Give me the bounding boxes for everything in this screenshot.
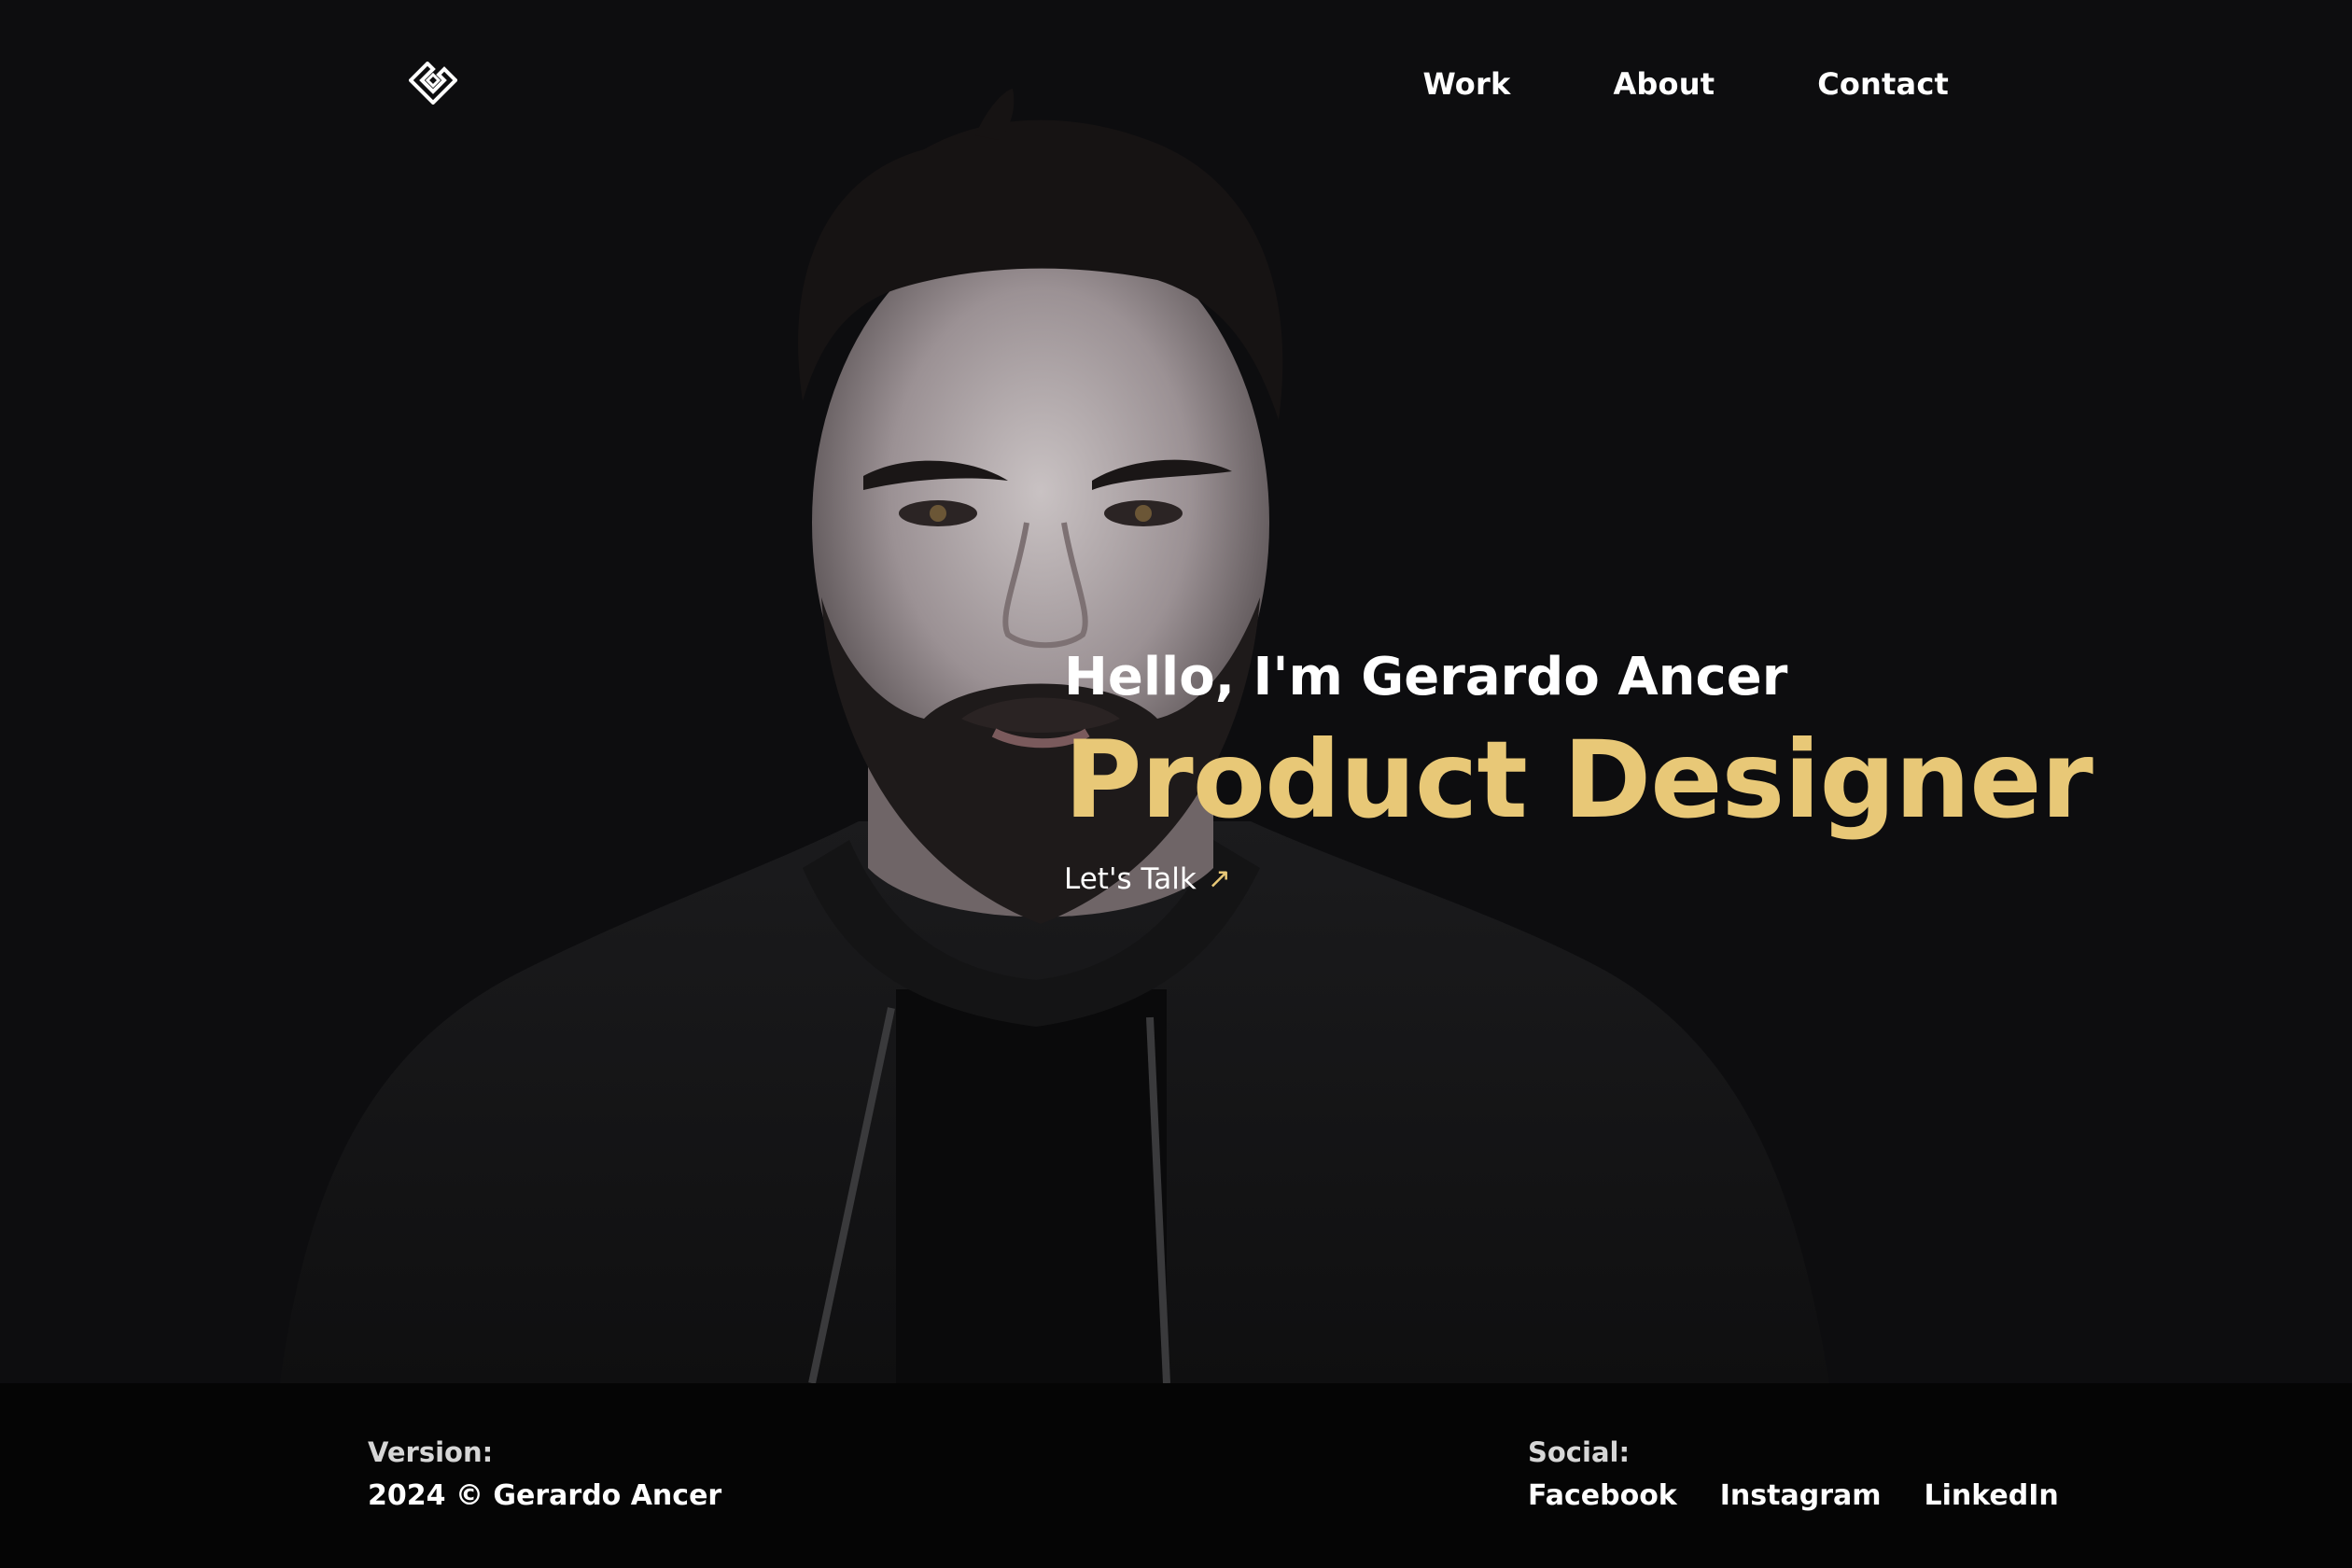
footer-social-block: Social: Facebook Instagram LinkedIn [1528,1432,2059,1519]
main-navigation: Work About Contact [1422,62,1949,106]
portfolio-home-page: Work About Contact Hello, I'm Gerardo An… [0,0,2352,1568]
lets-talk-link[interactable]: Let's Talk ↗ [1064,859,1231,900]
copyright-text: 2024 © Gerardo Ancer [368,1479,722,1512]
site-footer: Version: 2024 © Gerardo Ancer Social: Fa… [0,1383,2352,1568]
version-label: Version: [368,1436,494,1468]
hero-greeting: Hello, I'm Gerardo Ancer [1064,647,1788,707]
lets-talk-label: Let's Talk [1064,862,1197,896]
social-link-facebook[interactable]: Facebook [1528,1473,1677,1519]
social-link-instagram[interactable]: Instagram [1720,1473,1882,1519]
social-label: Social: [1528,1436,1631,1468]
arrow-up-right-icon: ↗ [1207,862,1231,895]
nav-item-contact[interactable]: Contact [1817,62,1949,106]
nav-item-work[interactable]: Work [1422,62,1510,106]
hero-role-title: Product Designer [1064,718,2093,842]
hero-section: Hello, I'm Gerardo Ancer Product Designe… [1064,640,2093,900]
footer-version-block: Version: 2024 © Gerardo Ancer [368,1432,721,1519]
nav-item-about[interactable]: About [1613,62,1715,106]
social-links: Facebook Instagram LinkedIn [1528,1473,2059,1519]
diamond-logo-icon[interactable] [408,61,458,105]
social-link-linkedin[interactable]: LinkedIn [1925,1473,2059,1519]
